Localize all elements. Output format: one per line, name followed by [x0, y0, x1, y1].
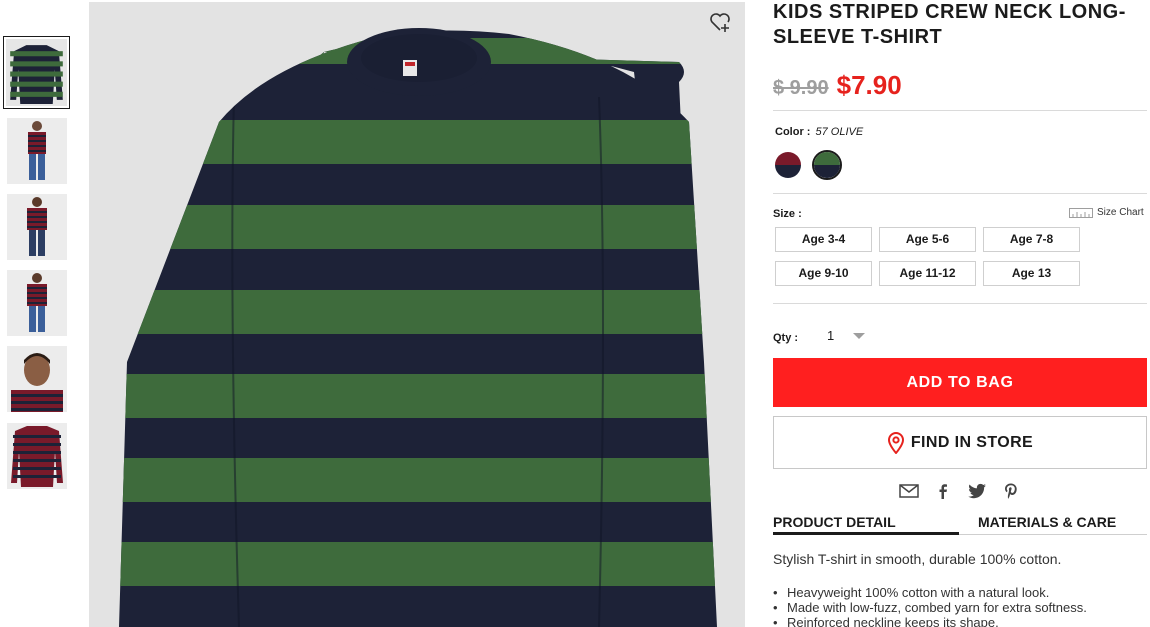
product-title: KIDS STRIPED CREW NECK LONG-SLEEVE T-SHI…	[773, 1, 1126, 48]
facebook-icon[interactable]	[933, 482, 953, 500]
find-in-store-button[interactable]: FIND IN STORE	[773, 416, 1147, 469]
chevron-down-icon[interactable]	[853, 333, 865, 339]
color-label-text: Color :	[775, 126, 811, 138]
feature-item: Heavyweight 100% cotton with a natural l…	[773, 585, 1087, 600]
wishlist-heart-icon[interactable]	[708, 10, 732, 34]
divider	[773, 110, 1147, 111]
size-chart-link[interactable]: Size Chart	[1069, 207, 1144, 218]
find-in-store-label: FIND IN STORE	[910, 433, 1034, 451]
color-label: Color : 57 OLIVE	[775, 126, 863, 138]
tab-materials-care[interactable]: MATERIALS & CARE	[978, 514, 1116, 530]
product-page: KIDS STRIPED CREW NECK LONG-SLEEVE T-SHI…	[0, 0, 1150, 627]
add-to-bag-button[interactable]: ADD TO BAG	[773, 358, 1147, 407]
thumb-model-closeup[interactable]	[7, 346, 67, 412]
qty-label: Qty :	[773, 332, 799, 344]
twitter-icon[interactable]	[967, 482, 987, 500]
thumb-wine-flat[interactable]	[7, 423, 67, 489]
feature-item: Reinforced neckline keeps its shape.	[773, 615, 1087, 627]
model-thumbnail-image	[7, 194, 67, 260]
product-details: KIDS STRIPED CREW NECK LONG-SLEEVE T-SHI…	[773, 0, 1147, 627]
thumb-olive-flat[interactable]	[3, 36, 70, 109]
shirt-thumbnail-image	[6, 39, 67, 106]
main-product-image	[89, 2, 745, 627]
tab-product-detail[interactable]: PRODUCT DETAIL	[773, 514, 896, 530]
shirt-thumbnail-image	[7, 423, 67, 489]
qty-select[interactable]: 1	[827, 328, 834, 343]
mail-icon[interactable]	[899, 482, 919, 500]
original-price: $ 9.90	[773, 77, 829, 99]
color-swatch-olive[interactable]	[814, 152, 840, 178]
product-description: Stylish T-shirt in smooth, durable 100% …	[773, 551, 1062, 567]
color-swatch-wine[interactable]	[775, 152, 801, 178]
model-thumbnail-image	[7, 270, 67, 336]
divider	[773, 303, 1147, 304]
price-row: $ 9.90 $7.90	[773, 70, 902, 100]
size-age-3-4[interactable]: Age 3-4	[775, 227, 872, 252]
size-age-7-8[interactable]: Age 7-8	[983, 227, 1080, 252]
striped-shirt-image	[89, 2, 745, 627]
thumb-model-front-2[interactable]	[7, 194, 67, 260]
swatch-wine-image	[775, 152, 801, 178]
location-pin-icon	[887, 431, 904, 454]
color-value: 57 OLIVE	[815, 126, 864, 138]
swatch-olive-image	[814, 152, 840, 178]
feature-item: Made with low-fuzz, combed yarn for extr…	[773, 600, 1087, 615]
model-thumbnail-image	[7, 346, 67, 412]
tab-divider	[959, 534, 1147, 535]
feature-list: Heavyweight 100% cotton with a natural l…	[773, 585, 1087, 627]
divider	[773, 193, 1147, 194]
active-tab-indicator	[773, 532, 959, 535]
sale-price: $7.90	[836, 70, 902, 100]
size-age-13[interactable]: Age 13	[983, 261, 1080, 286]
size-age-11-12[interactable]: Age 11-12	[879, 261, 976, 286]
thumb-model-3[interactable]	[7, 270, 67, 336]
size-age-5-6[interactable]: Age 5-6	[879, 227, 976, 252]
pinterest-icon[interactable]	[1001, 482, 1021, 500]
size-label: Size :	[773, 208, 802, 220]
size-chart-label: Size Chart	[1097, 207, 1144, 218]
thumb-model-front[interactable]	[7, 118, 67, 184]
model-thumbnail-image	[7, 118, 67, 184]
ruler-icon	[1069, 207, 1093, 218]
size-age-9-10[interactable]: Age 9-10	[775, 261, 872, 286]
